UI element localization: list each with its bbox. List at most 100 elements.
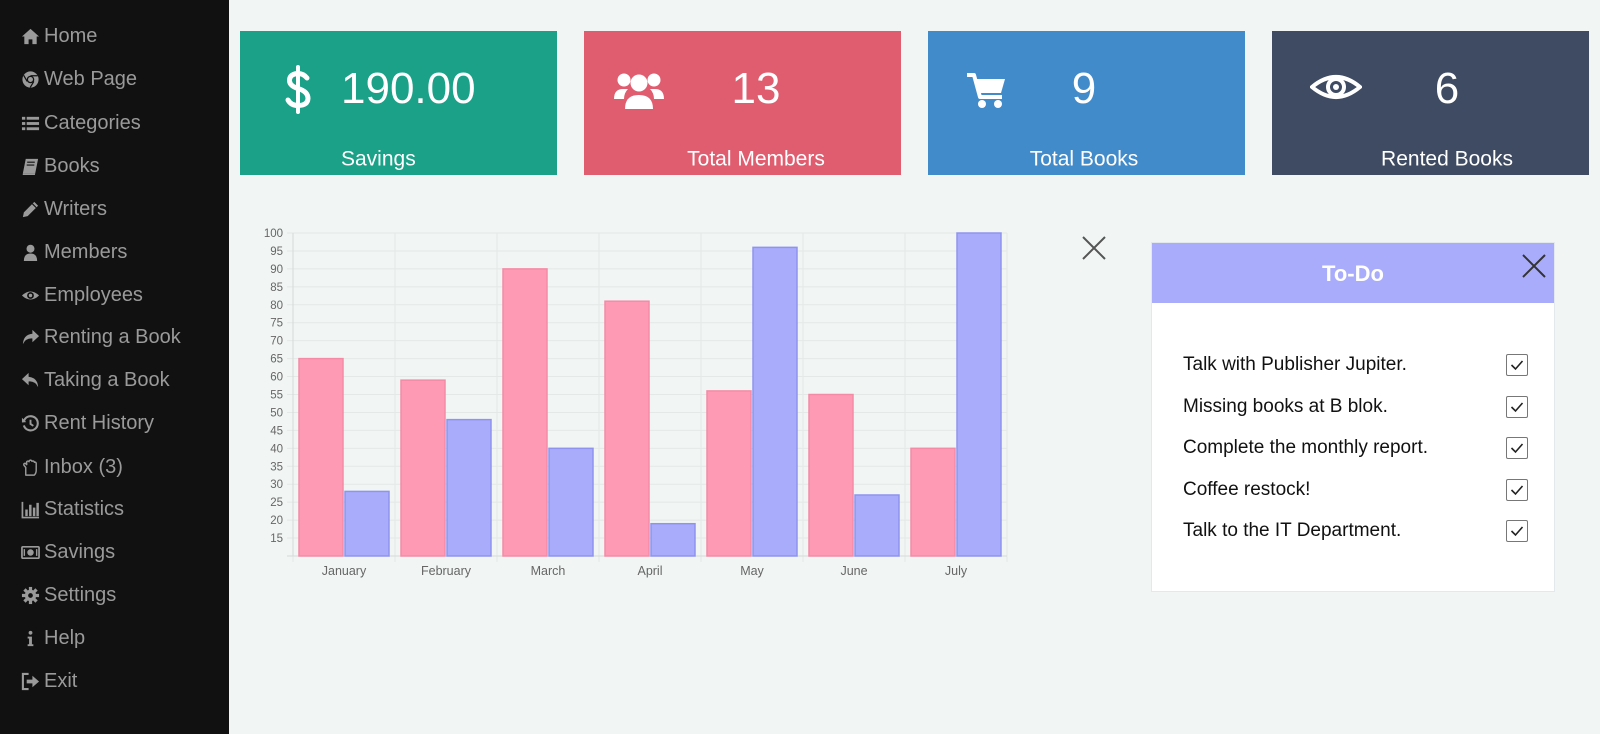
y-tick-label: 30 [270,479,283,491]
cart-icon [965,69,1009,113]
todo-item-text: Missing books at B blok. [1183,396,1388,417]
y-tick-label: 65 [270,354,283,366]
y-tick-label: 25 [270,497,283,509]
savings-card[interactable]: 190.00 Savings [240,31,557,175]
chart-bar [910,447,956,557]
x-tick-label: April [637,564,662,578]
y-tick-label: 80 [270,300,283,312]
users-icon [614,69,664,113]
savings-value: 190.00 [341,64,476,113]
sidebar-item-label: Rent History [44,411,155,434]
sidebar-item-label: Renting a Book [44,325,181,348]
chart-bar [502,268,548,557]
y-tick-label: 95 [270,246,283,258]
dollar-icon [283,64,315,118]
sidebar-item-books[interactable]: Books [18,151,100,181]
sidebar-item-label: Help [44,626,86,649]
todo-checkbox[interactable] [1506,520,1528,542]
sidebar-item-members[interactable]: Members [18,237,127,267]
chart-bar [604,300,650,557]
sidebar-item-exit[interactable]: Exit [18,666,77,696]
rented-books-value: 6 [1434,64,1460,113]
sidebar-item-taking-a-book[interactable]: Taking a Book [18,365,170,395]
eye-icon [1310,71,1362,103]
check-icon [1510,443,1524,454]
sidebar: Home Web Page Categories Books Writers M… [0,0,229,734]
sidebar-item-label: Home [44,24,98,47]
sidebar-item-label: Members [44,240,128,263]
pencil-icon [18,198,42,220]
info-icon [18,627,42,649]
sidebar-item-writers[interactable]: Writers [18,194,107,224]
todo-header: To-Do [1152,243,1554,303]
chart-bar [706,390,752,557]
sidebar-item-label: Statistics [44,497,125,520]
x-tick-label: May [740,564,764,578]
sidebar-item-statistics[interactable]: Statistics [18,494,124,524]
check-icon [1510,402,1524,413]
chart-bar [446,418,492,557]
sign-out-icon [18,670,42,692]
eye-icon [18,284,42,306]
y-tick-label: 55 [270,390,283,402]
total-members-card[interactable]: 13 Total Members [584,31,901,175]
total-members-label: Total Members [687,147,825,171]
sidebar-item-label: Inbox (3) [44,455,123,478]
y-tick-label: 100 [264,228,283,240]
check-icon [1510,526,1524,537]
y-tick-label: 45 [270,425,283,437]
rented-books-label: Rented Books [1381,147,1513,171]
todo-checkbox[interactable] [1506,396,1528,418]
sidebar-item-help[interactable]: Help [18,623,85,653]
x-tick-label: June [840,564,867,578]
y-tick-label: 50 [270,407,283,419]
sidebar-item-label: Exit [44,669,78,692]
sidebar-item-savings[interactable]: Savings [18,537,115,567]
y-tick-label: 75 [270,318,283,330]
todo-title: To-Do [1322,261,1384,286]
sidebar-item-web-page[interactable]: Web Page [18,64,137,94]
sidebar-item-label: Web Page [44,67,138,90]
sidebar-item-label: Books [44,154,100,177]
sidebar-item-categories[interactable]: Categories [18,108,141,138]
total-books-card[interactable]: 9 Total Books [928,31,1245,175]
todo-item: Talk with Publisher Jupiter. [1183,350,1528,380]
todo-item: Coffee restock! [1183,475,1528,505]
book-icon [18,155,42,177]
total-books-value: 9 [1071,64,1097,113]
rented-books-card[interactable]: 6 Rented Books [1272,31,1589,175]
list-icon [18,112,42,134]
y-tick-label: 60 [270,372,283,384]
sidebar-item-settings[interactable]: Settings [18,580,116,610]
y-tick-label: 70 [270,336,283,348]
todo-checkbox[interactable] [1506,437,1528,459]
y-tick-label: 15 [270,533,283,545]
todo-item-text: Coffee restock! [1183,479,1311,500]
user-icon [18,241,42,263]
chart-bar [298,357,344,557]
bar-chart-icon [18,498,42,520]
chart-bar [808,393,854,557]
todo-checkbox[interactable] [1506,354,1528,376]
sidebar-item-renting-a-book[interactable]: Renting a Book [18,322,181,352]
close-icon[interactable] [1081,235,1107,261]
sidebar-item-label: Categories [44,111,141,134]
history-icon [18,412,42,434]
chart-bar [854,494,900,557]
sidebar-item-rent-history[interactable]: Rent History [18,408,154,438]
close-icon[interactable] [1522,254,1546,278]
todo-item: Talk to the IT Department. [1183,516,1528,546]
y-tick-label: 85 [270,282,283,294]
x-tick-label: January [322,564,367,578]
chart-bar [752,246,798,557]
todo-checkbox[interactable] [1506,479,1528,501]
total-books-label: Total Books [1029,147,1139,171]
sidebar-item-label: Savings [44,540,116,563]
home-icon [18,25,42,47]
sidebar-item-label: Taking a Book [44,368,170,391]
sidebar-item-home[interactable]: Home [18,21,97,51]
sidebar-item-employees[interactable]: Employees [18,280,143,310]
chart-bar [956,232,1002,557]
savings-label: Savings [341,147,416,171]
sidebar-item-inbox[interactable]: Inbox (3) [18,452,123,482]
